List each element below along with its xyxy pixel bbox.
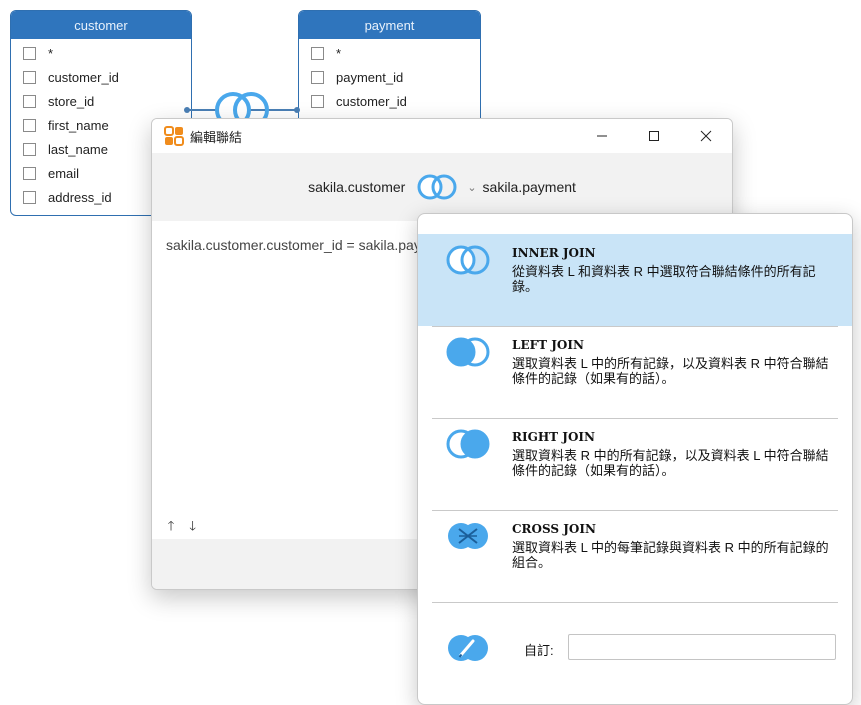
field-checkbox[interactable] <box>23 142 36 156</box>
dialog-title: 編輯聯結 <box>190 129 243 145</box>
cross-join-icon <box>448 523 488 549</box>
field-checkbox[interactable] <box>23 94 36 108</box>
field-name: payment_id <box>336 69 404 85</box>
right-join-icon <box>446 429 490 459</box>
chevron-down-icon[interactable]: ⌄ <box>467 181 476 194</box>
field-name: customer_id <box>48 69 119 85</box>
divider <box>432 602 838 603</box>
join-selector-bar: sakila.customer ⌄ sakila.payment <box>152 153 732 221</box>
dialog-titlebar[interactable]: 編輯聯結 <box>152 119 732 153</box>
minimize-button[interactable] <box>576 119 628 153</box>
inner-join-icon <box>446 245 490 275</box>
field-checkbox[interactable] <box>311 70 324 84</box>
field-checkbox[interactable] <box>23 166 36 180</box>
join-type-menu: INNER JOIN 從資料表 L 和資料表 R 中選取符合聯結條件的所有記錄。… <box>417 213 853 705</box>
field-row[interactable]: payment_id <box>299 65 480 89</box>
custom-join-icon <box>448 635 488 661</box>
maximize-button[interactable] <box>628 119 680 153</box>
field-row[interactable]: store_id <box>11 89 191 113</box>
minimize-icon <box>597 135 607 137</box>
menu-item-inner-join[interactable]: INNER JOIN 從資料表 L 和資料表 R 中選取符合聯結條件的所有記錄。 <box>418 234 852 326</box>
close-icon <box>700 130 712 142</box>
field-name: * <box>336 45 342 61</box>
field-row[interactable]: * <box>11 41 191 65</box>
app-icon <box>164 126 184 146</box>
menu-item-custom-join[interactable]: 自訂: <box>418 624 852 674</box>
left-join-icon <box>446 337 490 367</box>
field-checkbox[interactable] <box>23 46 36 60</box>
field-name: * <box>48 45 54 61</box>
right-table-name: sakila.payment <box>482 179 576 195</box>
field-checkbox[interactable] <box>23 118 36 132</box>
payment-table-title: payment <box>299 11 480 39</box>
menu-item-left-join[interactable]: LEFT JOIN 選取資料表 L 中的所有記錄，以及資料表 R 中符合聯結條件… <box>418 326 852 418</box>
field-name: customer_id <box>336 93 407 109</box>
menu-item-name: INNER JOIN <box>512 246 596 260</box>
field-name: email <box>48 165 80 181</box>
field-checkbox[interactable] <box>311 94 324 108</box>
close-button[interactable] <box>680 119 732 153</box>
menu-item-description: 選取資料表 R 中的所有記錄，以及資料表 L 中符合聯結條件的記錄（如果有的話）… <box>512 448 829 478</box>
menu-item-name: RIGHT JOIN <box>512 430 595 444</box>
field-row[interactable]: customer_id <box>299 89 480 113</box>
field-checkbox[interactable] <box>23 190 36 204</box>
custom-join-label: 自訂: <box>524 643 554 658</box>
join-type-dropdown[interactable] <box>411 172 463 202</box>
menu-item-cross-join[interactable]: CROSS JOIN 選取資料表 L 中的每筆記錄與資料表 R 中的所有記錄的組… <box>418 510 852 602</box>
field-name: address_id <box>48 189 112 205</box>
maximize-icon <box>649 131 659 141</box>
customer-table-title: customer <box>11 11 191 39</box>
connector-endpoint <box>294 107 300 113</box>
menu-item-name: CROSS JOIN <box>512 522 596 536</box>
field-checkbox[interactable] <box>311 46 324 60</box>
menu-item-description: 選取資料表 L 中的所有記錄，以及資料表 R 中符合聯結條件的記錄（如果有的話）… <box>512 356 829 386</box>
field-name: store_id <box>48 93 95 109</box>
custom-join-input[interactable] <box>568 634 836 660</box>
field-row[interactable]: * <box>299 41 480 65</box>
field-name: last_name <box>48 141 108 157</box>
connector-endpoint <box>184 107 190 113</box>
field-row[interactable]: customer_id <box>11 65 191 89</box>
payment-table[interactable]: payment * payment_id customer_id <box>298 10 481 124</box>
field-checkbox[interactable] <box>23 70 36 84</box>
field-name: first_name <box>48 117 109 133</box>
move-up-icon[interactable]: 🡑 <box>162 517 180 539</box>
left-table-name: sakila.customer <box>308 179 406 195</box>
move-down-icon[interactable]: 🡓 <box>184 517 202 539</box>
menu-item-name: LEFT JOIN <box>512 338 584 352</box>
menu-item-right-join[interactable]: RIGHT JOIN 選取資料表 R 中的所有記錄，以及資料表 L 中符合聯結條… <box>418 418 852 510</box>
menu-item-description: 選取資料表 L 中的每筆記錄與資料表 R 中的所有記錄的組合。 <box>512 540 829 570</box>
menu-item-description: 從資料表 L 和資料表 R 中選取符合聯結條件的所有記錄。 <box>512 264 816 294</box>
